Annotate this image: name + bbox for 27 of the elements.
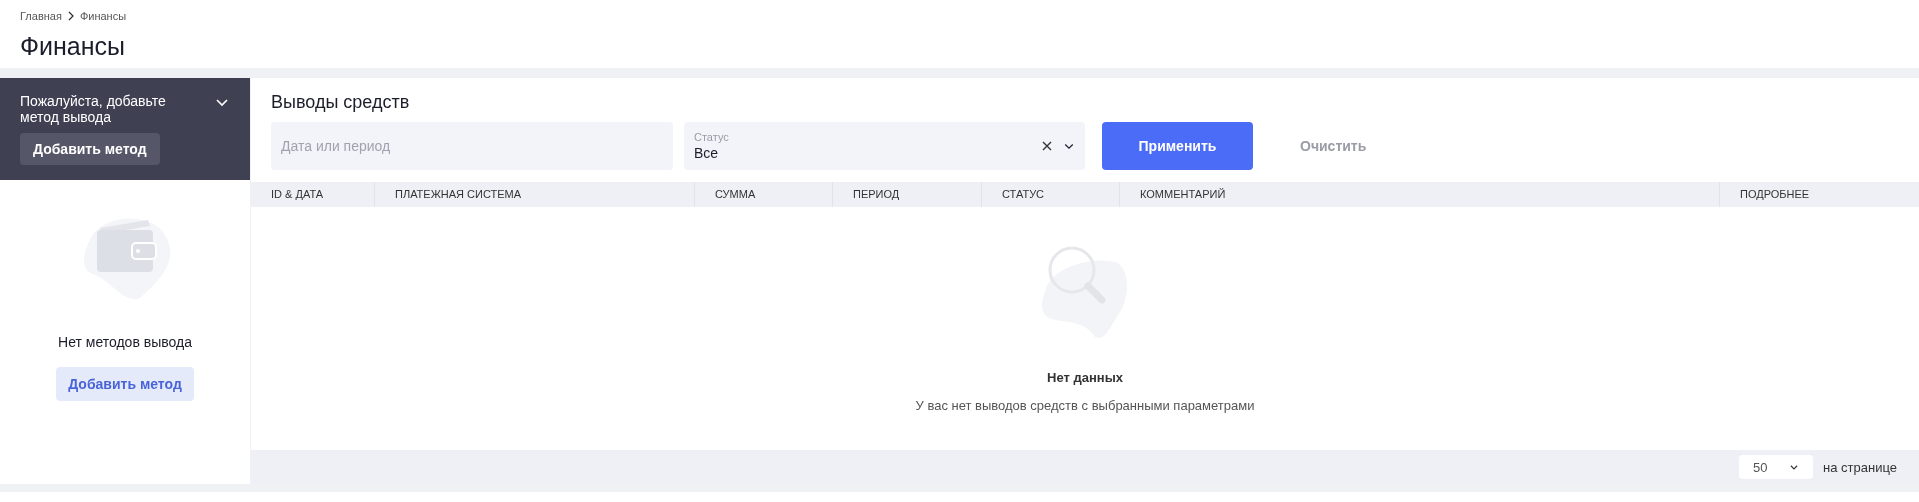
page-size-value: 50 (1753, 459, 1768, 475)
column-header: ID & ДАТА (251, 182, 375, 207)
page-size-select[interactable]: 50 (1739, 455, 1814, 479)
status-value: Все (694, 143, 720, 162)
add-method-button[interactable]: Добавить метод (56, 367, 194, 401)
add-method-button[interactable]: Добавить метод (20, 133, 160, 165)
empty-title: Нет методов вывода (58, 334, 192, 350)
column-header: СУММА (695, 182, 833, 207)
status-select[interactable]: Статус Все (684, 122, 1085, 170)
breadcrumb-link[interactable]: Главная (20, 10, 62, 22)
chevron-down-icon (1789, 462, 1800, 472)
column-header: ПЛАТЕЖНАЯ СИСТЕМА (375, 182, 695, 207)
column-header: ПОДРОБНЕЕ (1739, 187, 1811, 202)
status-label: Статус (694, 130, 730, 144)
breadcrumb-link[interactable]: Финансы (79, 10, 127, 22)
page-title: Финансы (20, 31, 126, 61)
page-size-label: на странице (1823, 459, 1897, 475)
column-header: ПЕРИОД (833, 182, 982, 207)
close-icon[interactable] (1041, 140, 1053, 152)
section-title: Выводы средств (270, 91, 411, 112)
date-field[interactable]: Дата или период (271, 122, 673, 170)
notice-text: Пожалуйста, добавьте метод вывода (20, 93, 167, 125)
empty-title: Нет данных (1047, 370, 1123, 385)
column-header: КОММЕНТАРИЙ (1120, 182, 1720, 207)
column-header: СТАТУС (982, 182, 1120, 207)
empty-text: У вас нет выводов средств с выбранными параметрами (915, 398, 1255, 413)
apply-button[interactable]: Применить (1102, 122, 1253, 170)
